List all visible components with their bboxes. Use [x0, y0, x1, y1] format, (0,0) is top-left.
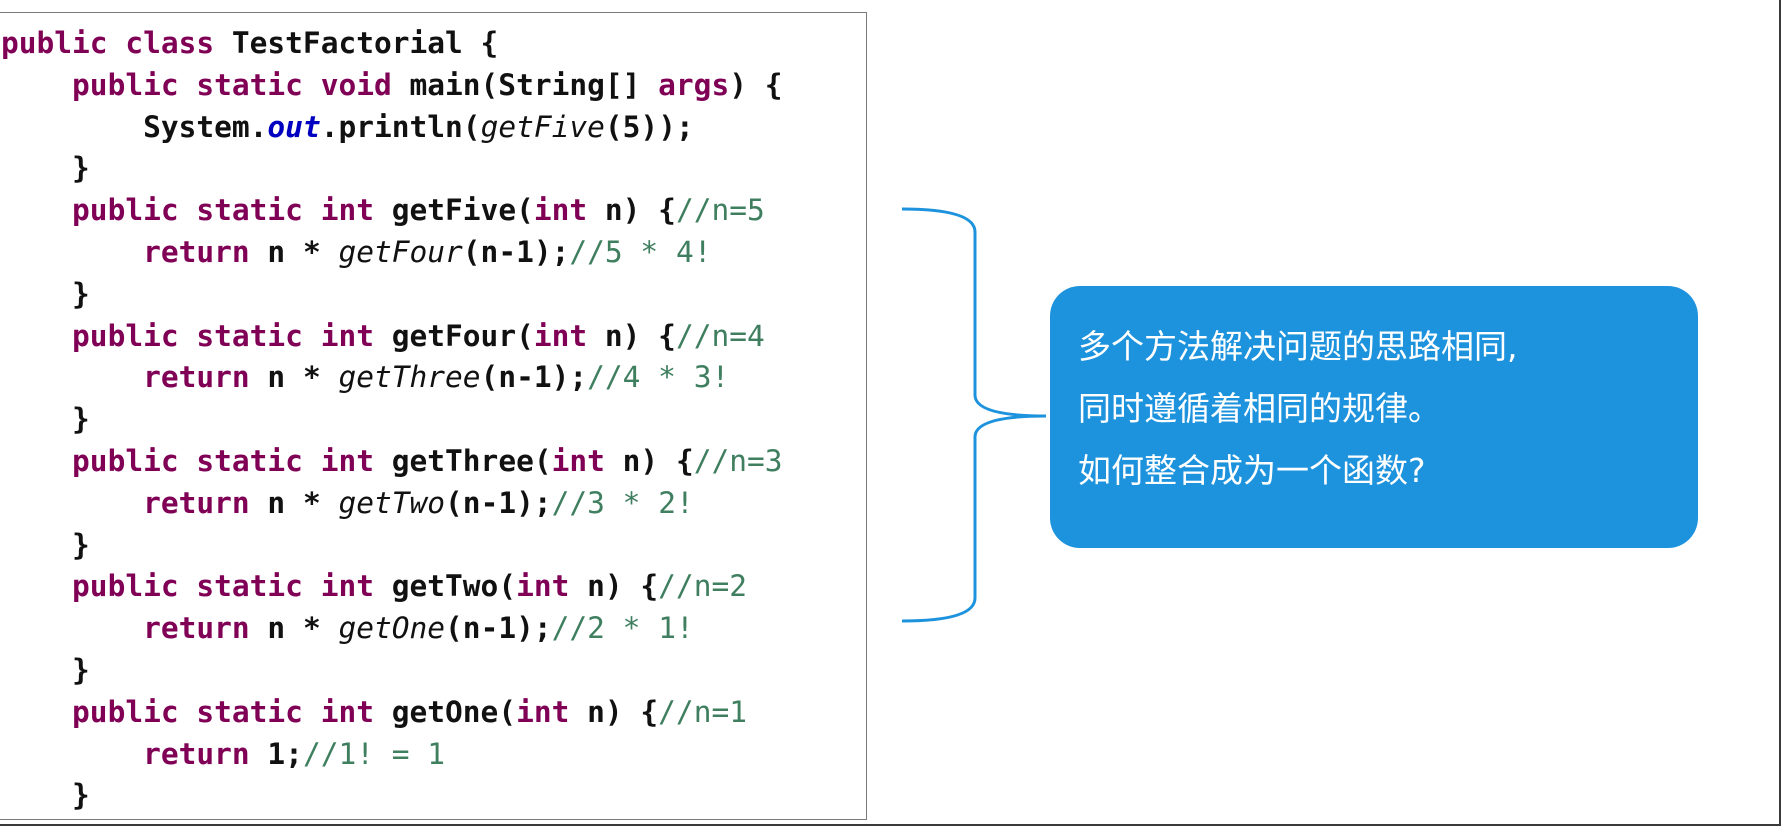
callout-line-2: 同时遵循着相同的规律。 — [1078, 389, 1441, 428]
callout-line-3: 如何整合成为一个函数? — [1078, 451, 1426, 490]
callout-box: 多个方法解决问题的思路相同, 同时遵循着相同的规律。 如何整合成为一个函数? — [1050, 286, 1698, 548]
curly-brace-path — [901, 207, 1047, 623]
callout-line-1: 多个方法解决问题的思路相同, — [1078, 327, 1518, 366]
